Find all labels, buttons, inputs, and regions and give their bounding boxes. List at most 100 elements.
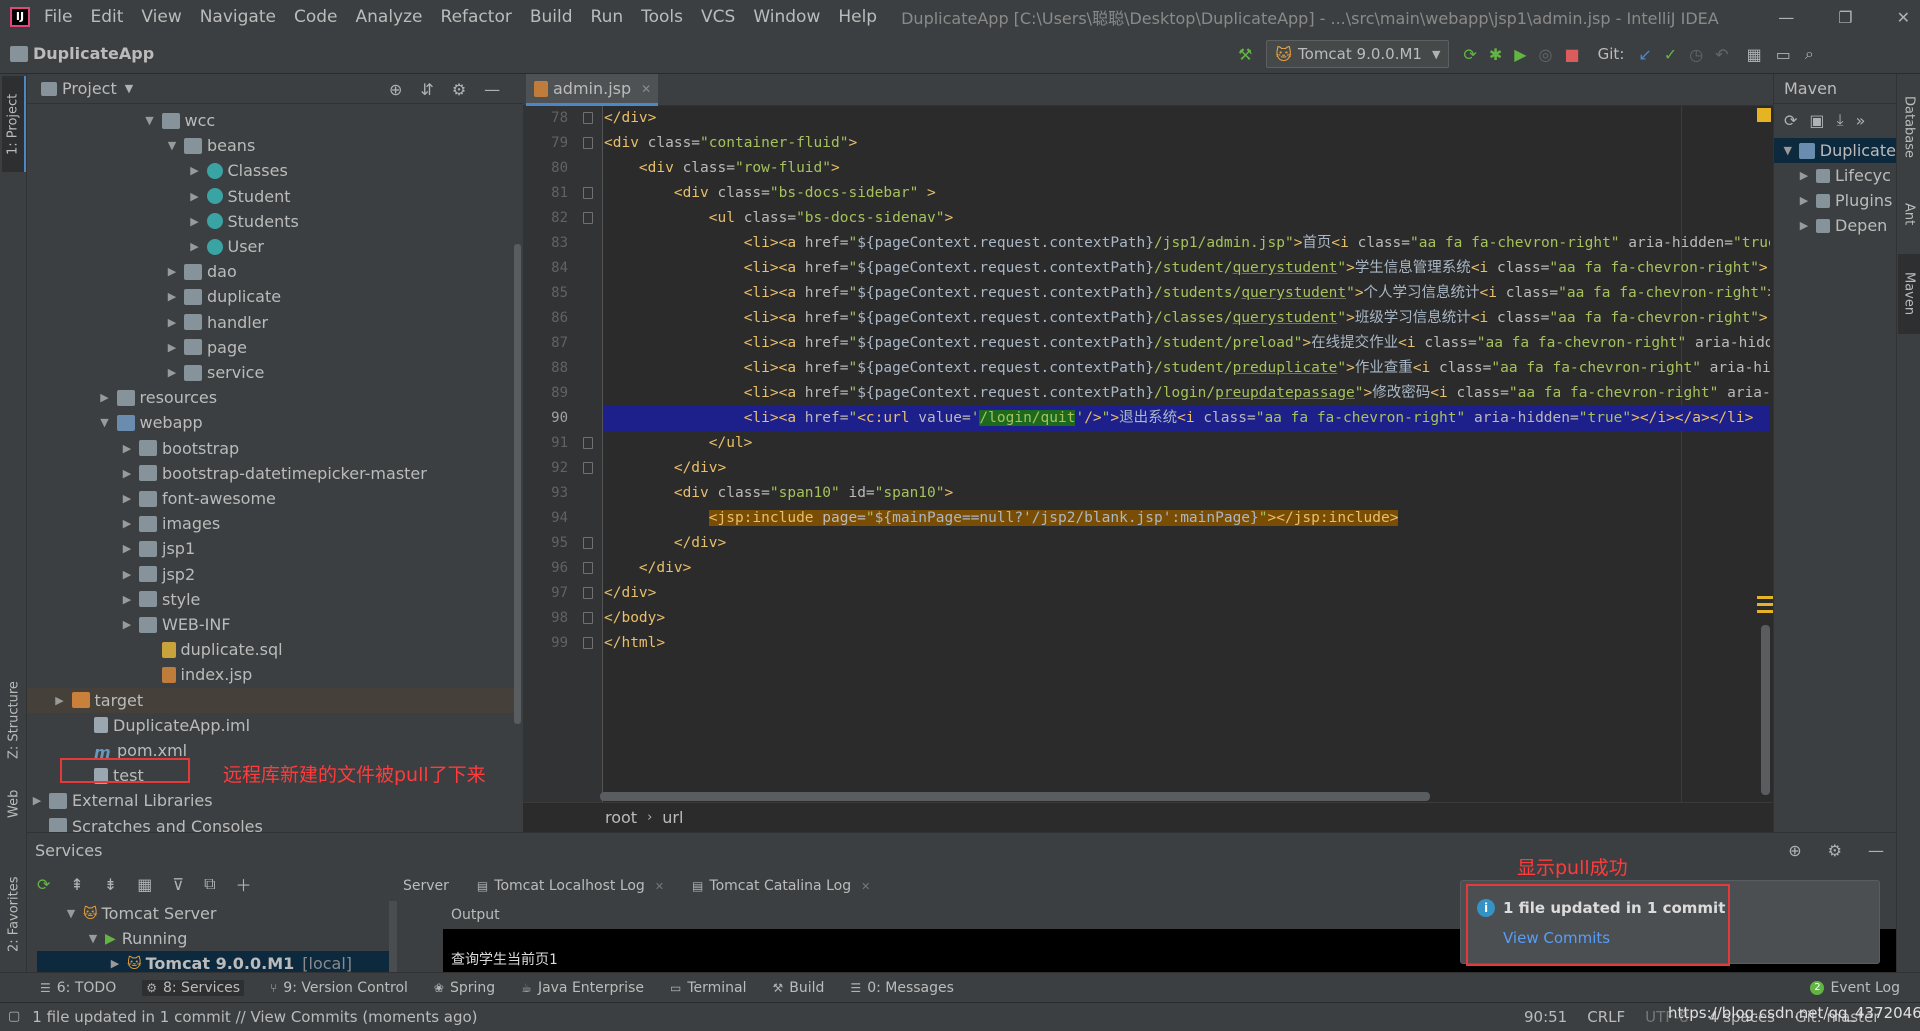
restore-icon[interactable]: ❐ (1838, 8, 1852, 27)
expand-arrow-icon[interactable]: ▶ (119, 568, 135, 581)
bottom-tab[interactable]: ☰ 6: TODO (40, 980, 116, 996)
tomcat-server-node[interactable]: ▼ 🐱 Tomcat Server (37, 901, 397, 926)
debug-icon[interactable]: ✱ (1489, 45, 1502, 64)
warning-marker[interactable] (1757, 108, 1771, 122)
expand-arrow-icon[interactable]: ▶ (164, 341, 180, 354)
tree-node[interactable]: ▼ wcc (142, 108, 215, 133)
menu-analyze[interactable]: Analyze (356, 7, 423, 27)
expand-arrow-icon[interactable]: ▶ (187, 164, 203, 177)
locate-icon[interactable]: ⊕ (389, 80, 402, 99)
expand-arrow-icon[interactable]: ▶ (187, 190, 203, 203)
expand-arrow-icon[interactable]: ▶ (1796, 169, 1812, 182)
menu-run[interactable]: Run (591, 7, 624, 27)
services-tab[interactable]: ▤ Tomcat Catalina Log ✕ (692, 878, 870, 894)
tree-node[interactable]: index.jsp (142, 662, 252, 687)
tree-node[interactable]: ▶ bootstrap-datetimepicker-master (119, 461, 427, 486)
menu-build[interactable]: Build (530, 7, 573, 27)
tree-node[interactable]: ▶ service (164, 360, 265, 385)
services-splitter[interactable] (389, 901, 397, 973)
expand-arrow-icon[interactable]: ▼ (164, 139, 180, 152)
close-icon[interactable]: ✕ (1897, 8, 1910, 27)
stop-icon[interactable]: ■ (1565, 45, 1580, 64)
status-message[interactable]: 1 file updated in 1 commit // View Commi… (32, 1008, 477, 1026)
expand-arrow-icon[interactable]: ▶ (164, 316, 180, 329)
search-icon[interactable]: ⌕ (1805, 44, 1814, 64)
services-tab[interactable]: Server (403, 878, 449, 894)
project-panel-title[interactable]: Project (62, 79, 117, 98)
project-structure-icon[interactable]: ▦ (1747, 45, 1762, 64)
profile-icon[interactable]: ◎ (1539, 45, 1553, 64)
gear-icon[interactable]: ⚙ (452, 80, 466, 99)
tree-node[interactable]: ▶ handler (164, 310, 268, 335)
hide-panel-icon[interactable]: — (484, 80, 500, 99)
add-icon[interactable]: ＋ (236, 872, 252, 896)
bottom-tab[interactable]: ⚙ 8: Services (142, 979, 245, 996)
reimport-icon[interactable]: ⟳ (1784, 111, 1797, 130)
tree-node[interactable]: ▶ jsp2 (119, 562, 195, 587)
expand-arrow-icon[interactable]: ▼ (142, 114, 158, 127)
menu-tools[interactable]: Tools (641, 7, 683, 27)
expand-arrow-icon[interactable]: ▶ (119, 542, 135, 555)
tree-node[interactable]: duplicate.sql (142, 637, 283, 662)
bottom-tab[interactable]: ▭ Terminal (670, 980, 747, 996)
git-commit-icon[interactable]: ✓ (1664, 45, 1677, 64)
minimize-icon[interactable]: — (1778, 8, 1794, 27)
tree-node[interactable]: ▶ User (187, 234, 264, 259)
group-icon[interactable]: ▦ (137, 875, 152, 894)
tree-node[interactable]: ▶ Student (187, 184, 290, 209)
bottom-tab[interactable]: ❀ Spring (434, 980, 495, 996)
git-update-icon[interactable]: ↙ (1638, 45, 1651, 64)
download-icon[interactable]: ⤓ (1837, 110, 1844, 130)
menu-refactor[interactable]: Refactor (441, 7, 512, 27)
tree-node[interactable]: ▶ dao (164, 259, 237, 284)
bottom-tab[interactable]: ☰ 0: Messages (850, 980, 954, 996)
expand-arrow-icon[interactable]: ▶ (119, 618, 135, 631)
close-tab-icon[interactable]: ✕ (861, 880, 870, 893)
event-log-tab[interactable]: Event Log (1830, 980, 1900, 996)
database-tool-tab[interactable]: Database (1898, 84, 1920, 170)
tree-scrollbar[interactable] (514, 244, 521, 724)
tree-node[interactable]: ▶ Students (187, 209, 299, 234)
layout-icon[interactable]: ▭ (1776, 45, 1791, 64)
expand-arrow-icon[interactable]: ▶ (119, 442, 135, 455)
fold-marker-icon[interactable] (583, 437, 593, 449)
tree-node[interactable]: ▶ page (164, 335, 247, 360)
expand-all-icon[interactable]: ⇞ (70, 875, 83, 894)
maven-node[interactable]: ▶ Depen (1774, 213, 1896, 238)
close-tab-icon[interactable]: ✕ (655, 880, 664, 893)
status-panel-icon[interactable]: ▢ (8, 1009, 20, 1024)
expand-arrow-icon[interactable]: ▶ (164, 366, 180, 379)
expand-arrow-icon[interactable]: ▶ (164, 265, 180, 278)
tree-node[interactable]: ▶ duplicate (164, 284, 281, 309)
project-breadcrumb[interactable]: DuplicateApp (33, 44, 154, 63)
expand-arrow-icon[interactable]: ▶ (29, 794, 45, 807)
tree-node[interactable]: ▶ style (119, 587, 201, 612)
bottom-tab[interactable]: ⑂ 9: Version Control (270, 980, 408, 996)
code-area[interactable]: </div> <div class="container-fluid"> <di… (604, 106, 1770, 796)
fold-marker-icon[interactable] (583, 587, 593, 599)
refresh-icon[interactable]: ⟳ (37, 875, 50, 894)
expand-arrow-icon[interactable]: ▶ (1796, 219, 1812, 232)
services-tab[interactable]: ▤ Tomcat Localhost Log ✕ (477, 878, 664, 894)
tree-node[interactable]: DuplicateApp.iml (74, 713, 250, 738)
filter-icon[interactable]: ⊽ (172, 875, 184, 894)
menu-help[interactable]: Help (838, 7, 877, 27)
run-config-selector[interactable]: 🐱 Tomcat 9.0.0.M1 ▼ (1266, 40, 1450, 68)
expand-arrow-icon[interactable]: ▼ (97, 416, 113, 429)
expand-arrow-icon[interactable]: ▶ (187, 215, 203, 228)
hide-panel-icon[interactable]: — (1868, 841, 1884, 860)
menu-code[interactable]: Code (294, 7, 338, 27)
menu-window[interactable]: Window (753, 7, 820, 27)
bottom-tab[interactable]: ☕ Java Enterprise (521, 980, 644, 996)
expand-arrow-icon[interactable]: ▶ (119, 492, 135, 505)
build-hammer-icon[interactable]: ⚒ (1238, 45, 1252, 64)
fold-marker-icon[interactable] (583, 462, 593, 474)
fold-marker-icon[interactable] (583, 562, 593, 574)
fold-marker-icon[interactable] (583, 637, 593, 649)
fold-marker-icon[interactable] (583, 612, 593, 624)
breadcrumb-leaf[interactable]: url (662, 808, 683, 827)
ant-tool-tab[interactable]: Ant (1898, 184, 1920, 244)
menu-vcs[interactable]: VCS (701, 7, 735, 27)
collapse-all-icon[interactable]: ⇵ (420, 80, 433, 99)
menu-view[interactable]: View (141, 7, 181, 27)
